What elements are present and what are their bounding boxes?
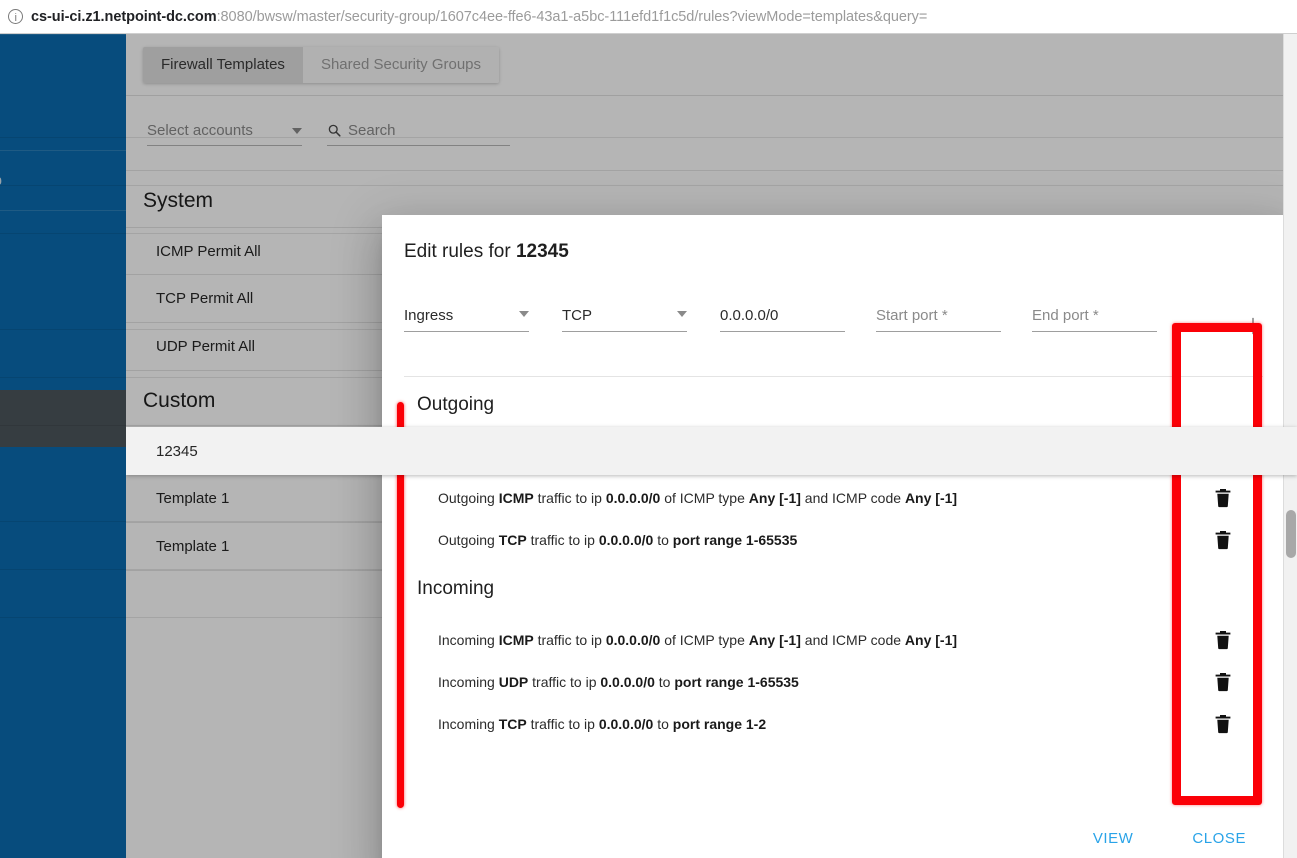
dialog-title: Edit rules for 12345 <box>382 215 1285 263</box>
protocol-select[interactable]: TCP <box>562 307 687 332</box>
rule-ip: 0.0.0.0/0 <box>598 532 654 548</box>
annotation-box-delete-column <box>1172 323 1262 805</box>
rule-mid2: to <box>654 674 675 690</box>
url-path: :8080/bwsw/master/security-group/1607c4e… <box>216 8 928 25</box>
rule-row: Outgoing ICMP traffic to ip 0.0.0.0/0 of… <box>382 477 1285 519</box>
rule-detail: port range 1-65535 <box>674 674 799 690</box>
rule-mid2: to <box>653 716 673 732</box>
edit-rules-dialog: Edit rules for 12345 Ingress TCP 0.0.0.0… <box>382 215 1285 858</box>
start-port-placeholder: Start port * <box>876 307 948 324</box>
start-port-input[interactable]: Start port * <box>876 307 1001 332</box>
template-item-label: 12345 <box>156 442 198 460</box>
incoming-section-title: Incoming <box>417 578 495 599</box>
rule-description: Incoming UDP traffic to ip 0.0.0.0/0 to … <box>382 674 799 690</box>
rule-prefix: Incoming <box>438 716 499 732</box>
rule-mid: traffic to ip <box>526 716 599 732</box>
view-button[interactable]: VIEW <box>1085 824 1142 853</box>
rule-mid2: of ICMP type <box>660 632 749 648</box>
dialog-actions: VIEW CLOSE <box>382 804 1285 858</box>
rule-mid: traffic to ip <box>533 632 606 648</box>
end-port-input[interactable]: End port * <box>1032 307 1157 332</box>
rule-detail: port range 1-65535 <box>672 532 798 548</box>
screen-root: cs-ui-ci.z1.netpoint-dc.com:8080/bwsw/ma… <box>0 0 1297 858</box>
url-host: cs-ui-ci.z1.netpoint-dc.com <box>31 8 217 25</box>
rule-ip: 0.0.0.0/0 <box>605 632 661 648</box>
rule-ip: 0.0.0.0/0 <box>598 716 654 732</box>
rule-mid: traffic to ip <box>526 532 599 548</box>
rule-detail2: Any [-1] <box>904 490 958 506</box>
rule-prefix: Incoming <box>438 632 499 648</box>
template-item-12345[interactable]: 12345 <box>126 427 1297 475</box>
rule-mid: traffic to ip <box>533 490 606 506</box>
outgoing-section-title: Outgoing <box>417 394 495 415</box>
end-port-placeholder: End port * <box>1032 307 1099 324</box>
rule-protocol: TCP <box>498 532 527 548</box>
rule-description: Incoming ICMP traffic to ip 0.0.0.0/0 of… <box>382 632 957 648</box>
rule-detail2: Any [-1] <box>904 632 958 648</box>
rule-description: Incoming TCP traffic to ip 0.0.0.0/0 to … <box>382 716 766 732</box>
rule-row: Incoming TCP traffic to ip 0.0.0.0/0 to … <box>382 703 1285 745</box>
cidr-input[interactable]: 0.0.0.0/0 <box>720 307 845 332</box>
rule-description: Outgoing TCP traffic to ip 0.0.0.0/0 to … <box>382 532 797 548</box>
url-text: cs-ui-ci.z1.netpoint-dc.com:8080/bwsw/ma… <box>31 9 927 25</box>
rule-mid: traffic to ip <box>528 674 601 690</box>
rule-row: Incoming ICMP traffic to ip 0.0.0.0/0 of… <box>382 619 1285 661</box>
dialog-title-prefix: Edit rules for <box>404 241 516 262</box>
rule-detail: Any [-1] <box>748 632 801 648</box>
close-button[interactable]: CLOSE <box>1184 824 1254 853</box>
new-rule-form: Ingress TCP 0.0.0.0/0 Start port * End p… <box>404 307 1263 363</box>
rule-protocol: UDP <box>498 674 529 690</box>
info-circle-icon <box>8 9 23 24</box>
direction-select[interactable]: Ingress <box>404 307 529 332</box>
chevron-down-icon <box>519 311 529 317</box>
rule-protocol: TCP <box>498 716 527 732</box>
rule-ip: 0.0.0.0/0 <box>605 490 661 506</box>
rule-row: Outgoing TCP traffic to ip 0.0.0.0/0 to … <box>382 519 1285 561</box>
rule-detail: Any [-1] <box>748 490 801 506</box>
rule-protocol: ICMP <box>498 632 534 648</box>
protocol-value: TCP <box>562 307 592 324</box>
cidr-value: 0.0.0.0/0 <box>720 307 779 324</box>
rule-tail: and ICMP code <box>800 490 905 506</box>
vertical-scrollbar-thumb[interactable] <box>1286 510 1296 558</box>
rule-detail: port range 1-2 <box>672 716 767 732</box>
rule-prefix: Outgoing <box>438 532 499 548</box>
dialog-title-name: 12345 <box>515 241 569 262</box>
rule-mid2: to <box>653 532 673 548</box>
chevron-down-icon <box>677 311 687 317</box>
rule-prefix: Incoming <box>438 674 499 690</box>
rule-mid2: of ICMP type <box>660 490 749 506</box>
rule-prefix: Outgoing <box>438 490 499 506</box>
rule-row: Incoming UDP traffic to ip 0.0.0.0/0 to … <box>382 661 1285 703</box>
rule-protocol: ICMP <box>498 490 534 506</box>
rule-description: Outgoing ICMP traffic to ip 0.0.0.0/0 of… <box>382 490 957 506</box>
direction-value: Ingress <box>404 307 454 324</box>
browser-url-bar[interactable]: cs-ui-ci.z1.netpoint-dc.com:8080/bwsw/ma… <box>0 0 1297 34</box>
rule-ip: 0.0.0.0/0 <box>600 674 655 690</box>
rule-tail: and ICMP code <box>800 632 905 648</box>
app-viewport: dstack ce cloud computing e, Develop Dev… <box>0 34 1297 858</box>
